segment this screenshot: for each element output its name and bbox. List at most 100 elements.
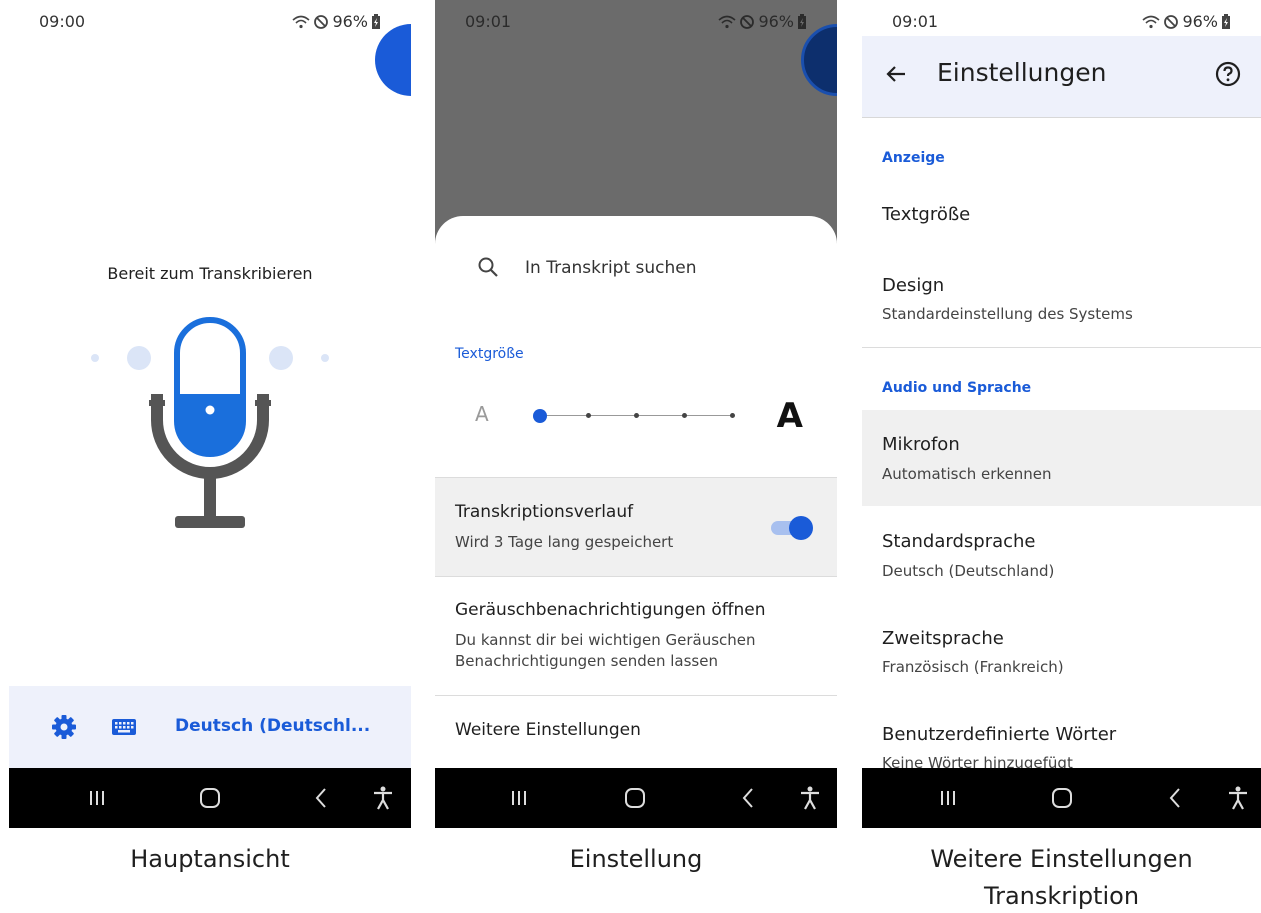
keyboard-icon[interactable] <box>111 716 137 738</box>
caption-settings: Einstellung <box>569 845 703 873</box>
back-nav-button[interactable] <box>732 782 764 814</box>
home-icon <box>1052 788 1072 808</box>
status-icons: 96% <box>292 12 381 31</box>
battery-icon <box>1222 13 1230 29</box>
slider-step[interactable] <box>586 413 591 418</box>
app-bar: Einstellungen <box>862 36 1261 118</box>
divider <box>862 347 1261 348</box>
search-placeholder: In Transkript suchen <box>525 258 697 278</box>
divider <box>435 695 837 696</box>
sound-notifications-subtitle-1: Du kannst dir bei wichtigen Geräuschen <box>455 631 756 649</box>
do-not-disturb-icon <box>314 14 329 29</box>
recent-apps-button[interactable] <box>932 782 964 814</box>
status-icons: 96% <box>718 12 807 31</box>
sound-notifications-subtitle-2: Benachrichtigungen senden lassen <box>455 652 718 670</box>
settings-bottom-sheet: In Transkript suchen Textgröße A A Trans… <box>435 216 837 768</box>
home-icon <box>625 788 645 808</box>
accessibility-button[interactable] <box>367 782 399 814</box>
accessibility-button[interactable] <box>794 782 826 814</box>
back-chevron-icon <box>1169 788 1180 808</box>
recent-apps-icon <box>941 791 955 805</box>
bottom-bar: Deutsch (Deutschl... <box>9 686 411 768</box>
back-chevron-icon <box>315 788 326 808</box>
battery-icon <box>372 13 380 29</box>
page-title: Einstellungen <box>937 58 1107 87</box>
toggle-thumb <box>789 516 813 540</box>
transcription-history-row[interactable]: Transkriptionsverlauf Wird 3 Tage lang g… <box>435 478 837 576</box>
custom-words-title: Benutzerdefinierte Wörter <box>882 724 1117 745</box>
accessibility-icon <box>1229 786 1247 810</box>
design-value: Standardeinstellung des Systems <box>882 305 1133 323</box>
slider-step[interactable] <box>634 413 639 418</box>
caption-more-line-1: Weitere Einstellungen <box>930 845 1193 873</box>
sound-notifications-title: Geräuschbenachrichtigungen öffnen <box>455 600 766 620</box>
recent-apps-button[interactable] <box>81 782 113 814</box>
help-icon[interactable] <box>1215 61 1241 87</box>
text-size-small-glyph: A <box>475 402 489 426</box>
wifi-icon <box>292 15 310 28</box>
microphone-icon[interactable] <box>87 314 333 534</box>
do-not-disturb-icon <box>740 14 755 29</box>
recent-apps-icon <box>90 791 104 805</box>
battery-icon <box>798 13 806 29</box>
history-title: Transkriptionsverlauf <box>455 502 634 522</box>
text-size-slider-thumb[interactable] <box>533 409 547 423</box>
status-time: 09:01 <box>892 12 939 31</box>
caption-main-view: Hauptansicht <box>130 845 290 873</box>
microphone-item[interactable]: Mikrofon Automatisch erkennen <box>862 410 1261 506</box>
home-button[interactable] <box>619 782 651 814</box>
gear-icon[interactable] <box>51 714 77 740</box>
slider-step[interactable] <box>730 413 735 418</box>
caption-more-line-2: Transkription <box>983 882 1140 910</box>
do-not-disturb-icon <box>1164 14 1179 29</box>
back-nav-button[interactable] <box>1159 782 1191 814</box>
accessibility-icon <box>374 786 392 810</box>
floating-action-bubble[interactable] <box>375 24 411 96</box>
home-button[interactable] <box>194 782 226 814</box>
wifi-icon <box>1142 15 1160 28</box>
microphone-title: Mikrofon <box>882 434 960 455</box>
default-language-value: Deutsch (Deutschland) <box>882 562 1055 580</box>
battery-percent: 96% <box>758 12 794 31</box>
ready-title: Bereit zum Transkribieren <box>107 264 313 283</box>
accessibility-icon <box>801 786 819 810</box>
second-language-value: Französisch (Frankreich) <box>882 658 1064 676</box>
history-toggle[interactable] <box>771 516 813 540</box>
status-icons: 96% <box>1142 12 1231 31</box>
back-arrow-icon[interactable] <box>884 62 908 86</box>
home-button[interactable] <box>1046 782 1078 814</box>
divider <box>435 576 837 577</box>
accessibility-button[interactable] <box>1222 782 1254 814</box>
status-time: 09:01 <box>465 12 512 31</box>
history-subtitle: Wird 3 Tage lang gespeichert <box>455 533 674 551</box>
phone-main-view: 09:00 96% Bereit zum Transkribieren Deut… <box>9 0 411 828</box>
back-chevron-icon <box>742 788 753 808</box>
more-settings-item[interactable]: Weitere Einstellungen <box>455 720 641 740</box>
status-time: 09:00 <box>39 12 86 31</box>
battery-percent: 96% <box>1182 12 1218 31</box>
search-icon <box>478 257 498 277</box>
phone-more-settings: 09:01 96% Einstellungen Anzeige Textgröß… <box>862 0 1261 828</box>
recent-apps-icon <box>512 791 526 805</box>
system-nav-bar <box>435 768 837 828</box>
design-title: Design <box>882 275 945 296</box>
wifi-icon <box>718 15 736 28</box>
text-size-item[interactable]: Textgröße <box>882 204 970 225</box>
system-nav-bar <box>862 768 1261 828</box>
text-size-large-glyph: A <box>776 396 803 436</box>
status-bar: 09:01 96% <box>862 10 1261 34</box>
microphone-value: Automatisch erkennen <box>882 465 1052 483</box>
phone-settings-sheet: 09:01 96% In Transkript suchen Textgröße… <box>435 0 837 828</box>
back-nav-button[interactable] <box>305 782 337 814</box>
status-bar: 09:01 96% <box>435 10 837 34</box>
text-size-label: Textgröße <box>455 346 524 362</box>
recent-apps-button[interactable] <box>503 782 535 814</box>
language-button[interactable]: Deutsch (Deutschl... <box>175 716 370 736</box>
status-bar: 09:00 96% <box>9 10 411 34</box>
system-nav-bar <box>9 768 411 828</box>
display-section-header: Anzeige <box>882 150 945 166</box>
transcript-search[interactable]: In Transkript suchen <box>435 246 837 290</box>
home-icon <box>200 788 220 808</box>
slider-step[interactable] <box>682 413 687 418</box>
second-language-title: Zweitsprache <box>882 628 1004 649</box>
